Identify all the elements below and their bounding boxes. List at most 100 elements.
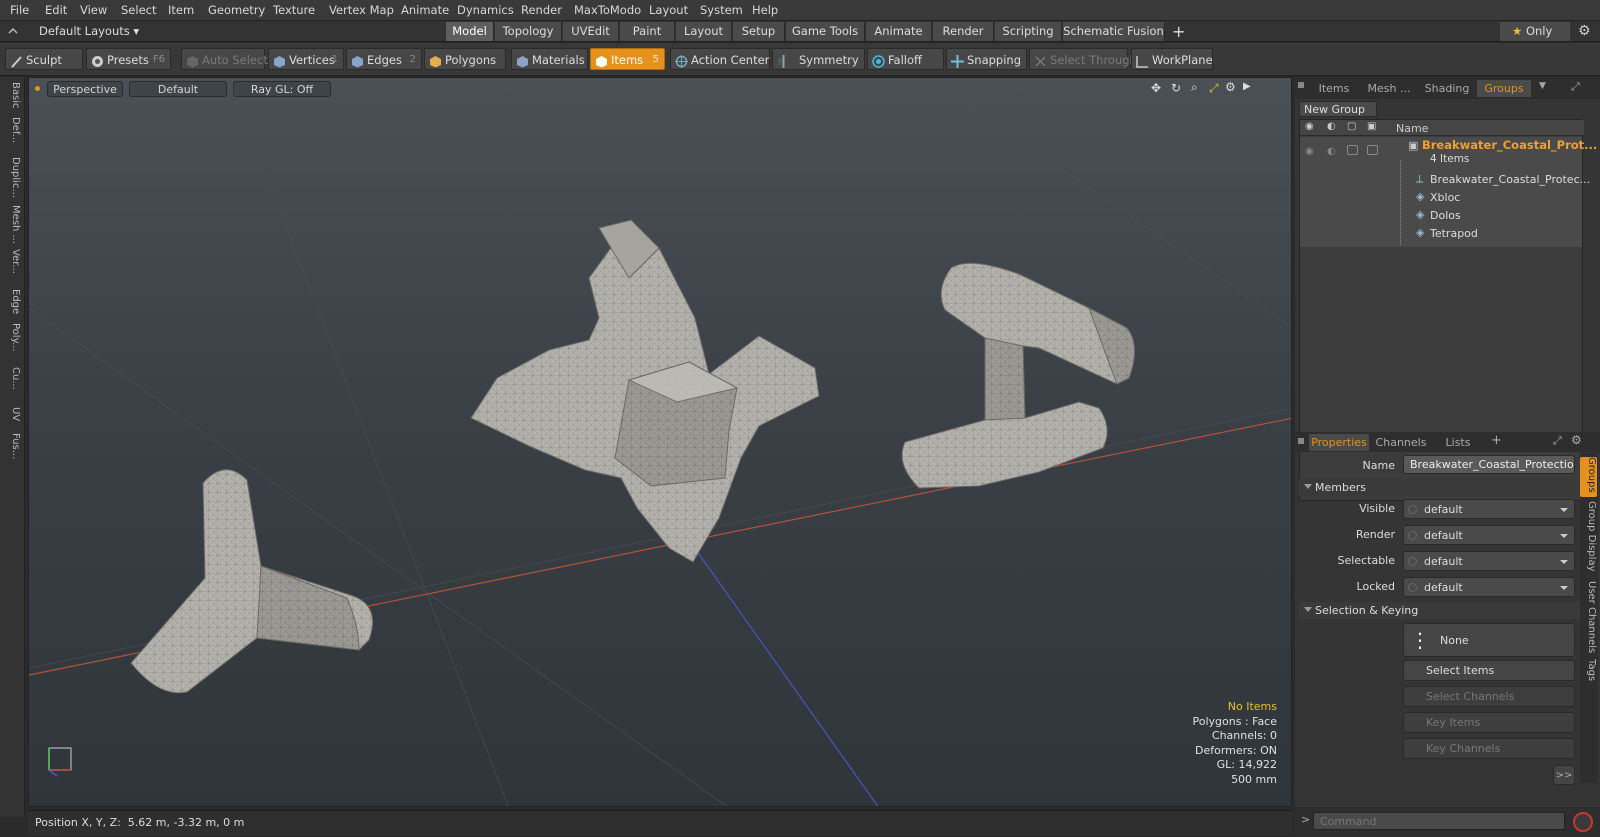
materials-button[interactable]: Materials [511, 48, 588, 70]
menu-edit[interactable]: Edit [45, 3, 67, 17]
group-row[interactable]: ◉ ◐ ▣ Breakwater_Coastal_Prot... 4 Items [1300, 137, 1597, 169]
tab-mesh[interactable]: Mesh ... [1361, 80, 1417, 97]
vertices-button[interactable]: Vertices 1 [268, 48, 344, 70]
vtab-polygon[interactable]: Poly... [4, 323, 21, 363]
tab-paint[interactable]: Paint [620, 22, 675, 41]
menu-item[interactable]: Item [168, 3, 194, 17]
vtab-deform[interactable]: Def... [4, 117, 21, 153]
add-tab-icon[interactable]: + [1172, 22, 1185, 41]
tab-channels[interactable]: Channels [1371, 434, 1431, 451]
member-row[interactable]: ◈ Tetrapod [1402, 226, 1582, 243]
auto-select-button[interactable]: Auto Select [181, 48, 268, 70]
tab-topology[interactable]: Topology [495, 22, 562, 41]
snapping-button[interactable]: Snapping [946, 48, 1027, 70]
select-items-button[interactable]: Select Items [1403, 660, 1575, 681]
menu-render[interactable]: Render [521, 3, 562, 17]
menu-select[interactable]: Select [121, 3, 156, 17]
select-through-button[interactable]: Select Through [1029, 48, 1137, 70]
tab-model[interactable]: Model [446, 22, 494, 41]
symmetry-icon [777, 53, 790, 68]
selection-keying-section[interactable]: Selection & Keying [1299, 602, 1581, 619]
menu-vertex-map[interactable]: Vertex Map [329, 3, 394, 17]
maximize-icon[interactable]: ⤢ [1571, 80, 1580, 94]
row-eye-icon[interactable]: ◉ [1305, 146, 1314, 157]
member-row[interactable]: ◈ Xbloc [1402, 190, 1582, 207]
render-dropdown[interactable]: default [1403, 525, 1575, 545]
gear-icon[interactable]: ⚙ [1571, 433, 1582, 447]
vtab-groups[interactable]: Groups [1580, 457, 1597, 497]
tab-layout[interactable]: Layout [676, 22, 732, 41]
vtab-user-channels[interactable]: User Channels [1580, 581, 1597, 653]
sculpt-button[interactable]: Sculpt [5, 48, 83, 70]
tab-game-tools[interactable]: Game Tools [786, 22, 865, 41]
vtab-fusion[interactable]: Fus... [4, 433, 21, 469]
menu-maxtomodo[interactable]: MaxToModo [574, 3, 641, 17]
maximize-icon[interactable]: ⤢ [1553, 434, 1562, 448]
items-button[interactable]: Items 5 [590, 48, 665, 70]
more-button[interactable]: >> [1553, 765, 1575, 785]
selectable-dropdown[interactable]: default [1403, 551, 1575, 571]
row-render-icon[interactable]: ◐ [1327, 146, 1336, 157]
member-row[interactable]: ◈ Dolos [1402, 208, 1582, 225]
vtab-curve[interactable]: Cu... [4, 367, 21, 403]
command-input[interactable] [1313, 812, 1565, 830]
visible-dropdown[interactable]: default [1403, 499, 1575, 519]
vtab-mesh[interactable]: Mesh ... [4, 205, 21, 245]
name-field[interactable]: Breakwater_Coastal_Protection_I [1403, 455, 1575, 474]
new-group-button[interactable]: New Group [1299, 101, 1377, 117]
member-row[interactable]: ⟂ Breakwater_Coastal_Protec... [1402, 172, 1590, 189]
only-toggle[interactable]: ★ Only [1500, 22, 1570, 41]
tab-schematic-fusion[interactable]: Schematic Fusion [1063, 22, 1165, 41]
tab-animate[interactable]: Animate [866, 22, 932, 41]
gear-icon[interactable]: ⚙ [1578, 23, 1591, 39]
menu-view[interactable]: View [80, 3, 107, 17]
tab-uvedit[interactable]: UVEdit [563, 22, 619, 41]
row-select-box[interactable] [1367, 145, 1378, 155]
presets-button[interactable]: Presets F6 [86, 48, 171, 70]
menu-dynamics[interactable]: Dynamics [457, 3, 514, 17]
action-center-icon [675, 53, 688, 68]
menu-layout[interactable]: Layout [649, 3, 688, 17]
select-channels-button[interactable]: Select Channels [1403, 686, 1575, 707]
menu-system[interactable]: System [700, 3, 743, 17]
vtab-uv[interactable]: UV [4, 407, 21, 429]
key-channels-button[interactable]: Key Channels [1403, 738, 1575, 759]
3d-viewport[interactable]: Perspective Default Ray GL: Off ✥ ↻ ⌕ ⤢ … [28, 77, 1292, 807]
symmetry-button[interactable]: Symmetry [772, 48, 865, 70]
layout-selector[interactable]: Default Layouts ▾ [39, 24, 139, 38]
locked-dropdown[interactable]: default [1403, 577, 1575, 597]
falloff-button[interactable]: Falloff [867, 48, 944, 70]
layout-menu-icon[interactable] [8, 26, 18, 36]
record-icon[interactable] [1573, 812, 1593, 832]
row-lock-box[interactable] [1347, 145, 1358, 155]
workplane-label: WorkPlane [1152, 53, 1213, 67]
menu-help[interactable]: Help [752, 3, 778, 17]
menu-file[interactable]: File [10, 3, 29, 17]
key-items-button[interactable]: Key Items [1403, 712, 1575, 733]
polygons-button[interactable]: Polygons [424, 48, 506, 70]
none-button[interactable]: ⋮ None [1403, 623, 1575, 657]
action-center-button[interactable]: Action Center [670, 48, 770, 70]
vtab-basic[interactable]: Basic [4, 82, 21, 112]
vtab-group-display[interactable]: Group Display [1580, 501, 1597, 576]
tab-lists[interactable]: Lists [1433, 434, 1483, 451]
menu-geometry[interactable]: Geometry [208, 3, 265, 17]
add-tab-icon[interactable]: + [1491, 433, 1502, 448]
edges-button[interactable]: Edges 2 [346, 48, 422, 70]
workplane-button[interactable]: WorkPlane [1131, 48, 1213, 70]
tab-setup[interactable]: Setup [733, 22, 785, 41]
tab-menu-chevron-icon[interactable]: ▼ [1539, 81, 1546, 91]
tab-properties[interactable]: Properties [1309, 434, 1369, 451]
members-section[interactable]: Members [1299, 479, 1581, 496]
tab-groups[interactable]: Groups [1477, 80, 1531, 97]
menu-animate[interactable]: Animate [401, 3, 449, 17]
tab-render[interactable]: Render [933, 22, 994, 41]
tab-scripting[interactable]: Scripting [995, 22, 1062, 41]
tab-items[interactable]: Items [1309, 80, 1359, 97]
vtab-duplicate[interactable]: Duplic... [4, 157, 21, 201]
vtab-tags[interactable]: Tags [1580, 659, 1597, 689]
vtab-edge[interactable]: Edge [4, 289, 21, 319]
menu-texture[interactable]: Texture [273, 3, 315, 17]
tab-shading[interactable]: Shading [1419, 80, 1475, 97]
vtab-vertex[interactable]: Ver... [4, 249, 21, 285]
